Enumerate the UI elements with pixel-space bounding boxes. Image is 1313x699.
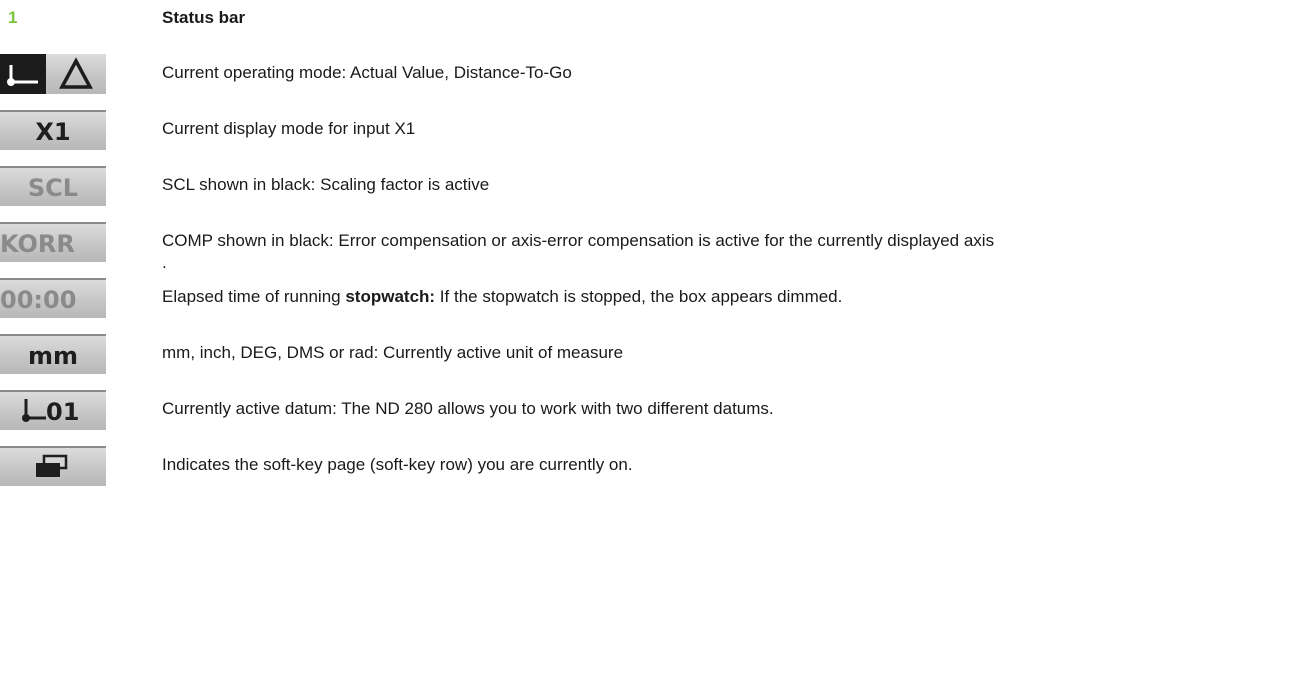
row-description: Currently active datum: The ND 280 allow… [162, 399, 774, 418]
compensation-label: KORR [0, 230, 75, 258]
row-description: COMP shown in black: Error compensation … [162, 231, 995, 250]
stopwatch-indicator: 00:00 [0, 278, 106, 322]
row-description-bold: stopwatch: [345, 287, 436, 306]
section-number: 1 [8, 8, 18, 27]
datum-label: 01 [46, 398, 80, 426]
display-mode-label: X1 [35, 118, 71, 146]
compensation-indicator: KORR [0, 222, 106, 266]
list-item-scaling: SCL SCL shown in black: Scaling factor i… [0, 152, 1313, 208]
row-description: mm, inch, DEG, DMS or rad: Currently act… [162, 343, 624, 362]
scaling-indicator: SCL [0, 166, 106, 210]
actual-value-distance-to-go-icon [0, 54, 106, 98]
row-description: Elapsed time of running stopwatch: If th… [162, 286, 842, 308]
list-item-operating-mode: Current operating mode: Actual Value, Di… [0, 40, 1313, 96]
display-mode-indicator: X1 [0, 110, 106, 154]
row-description: Current operating mode: Actual Value, Di… [162, 63, 572, 82]
row-description: Current display mode for input X1 [162, 119, 416, 138]
section-title: Status bar [162, 8, 246, 27]
list-item-unit: mm mm, inch, DEG, DMS or rad: Currently … [0, 320, 1313, 376]
datum-icon [22, 399, 46, 422]
list-item-compensation: KORR COMP shown in black: Error compensa… [0, 208, 1313, 272]
section-header: 1 Status bar [0, 0, 1313, 40]
soft-key-page-icon [36, 454, 68, 477]
row-description-part: Elapsed time of running [162, 287, 346, 306]
stopwatch-label: 00:00 [0, 286, 77, 314]
list-item-soft-key-page: Indicates the soft-key page (soft-key ro… [0, 432, 1313, 488]
unit-label: mm [27, 342, 78, 370]
row-description: SCL shown in black: Scaling factor is ac… [162, 175, 490, 194]
list-item-datum: 01 Currently active datum: The ND 280 al… [0, 376, 1313, 432]
unit-indicator: mm [0, 334, 106, 378]
scaling-label: SCL [27, 174, 79, 202]
list-item-stopwatch: 00:00 Elapsed time of running stopwatch:… [0, 264, 1313, 320]
row-description-part: If the stopwatch is stopped, the box app… [435, 287, 843, 306]
row-description: Indicates the soft-key page (soft-key ro… [162, 455, 633, 474]
list-item-display-mode: X1 Current display mode for input X1 [0, 96, 1313, 152]
soft-key-page-indicator [0, 446, 106, 490]
datum-indicator: 01 [0, 390, 106, 434]
